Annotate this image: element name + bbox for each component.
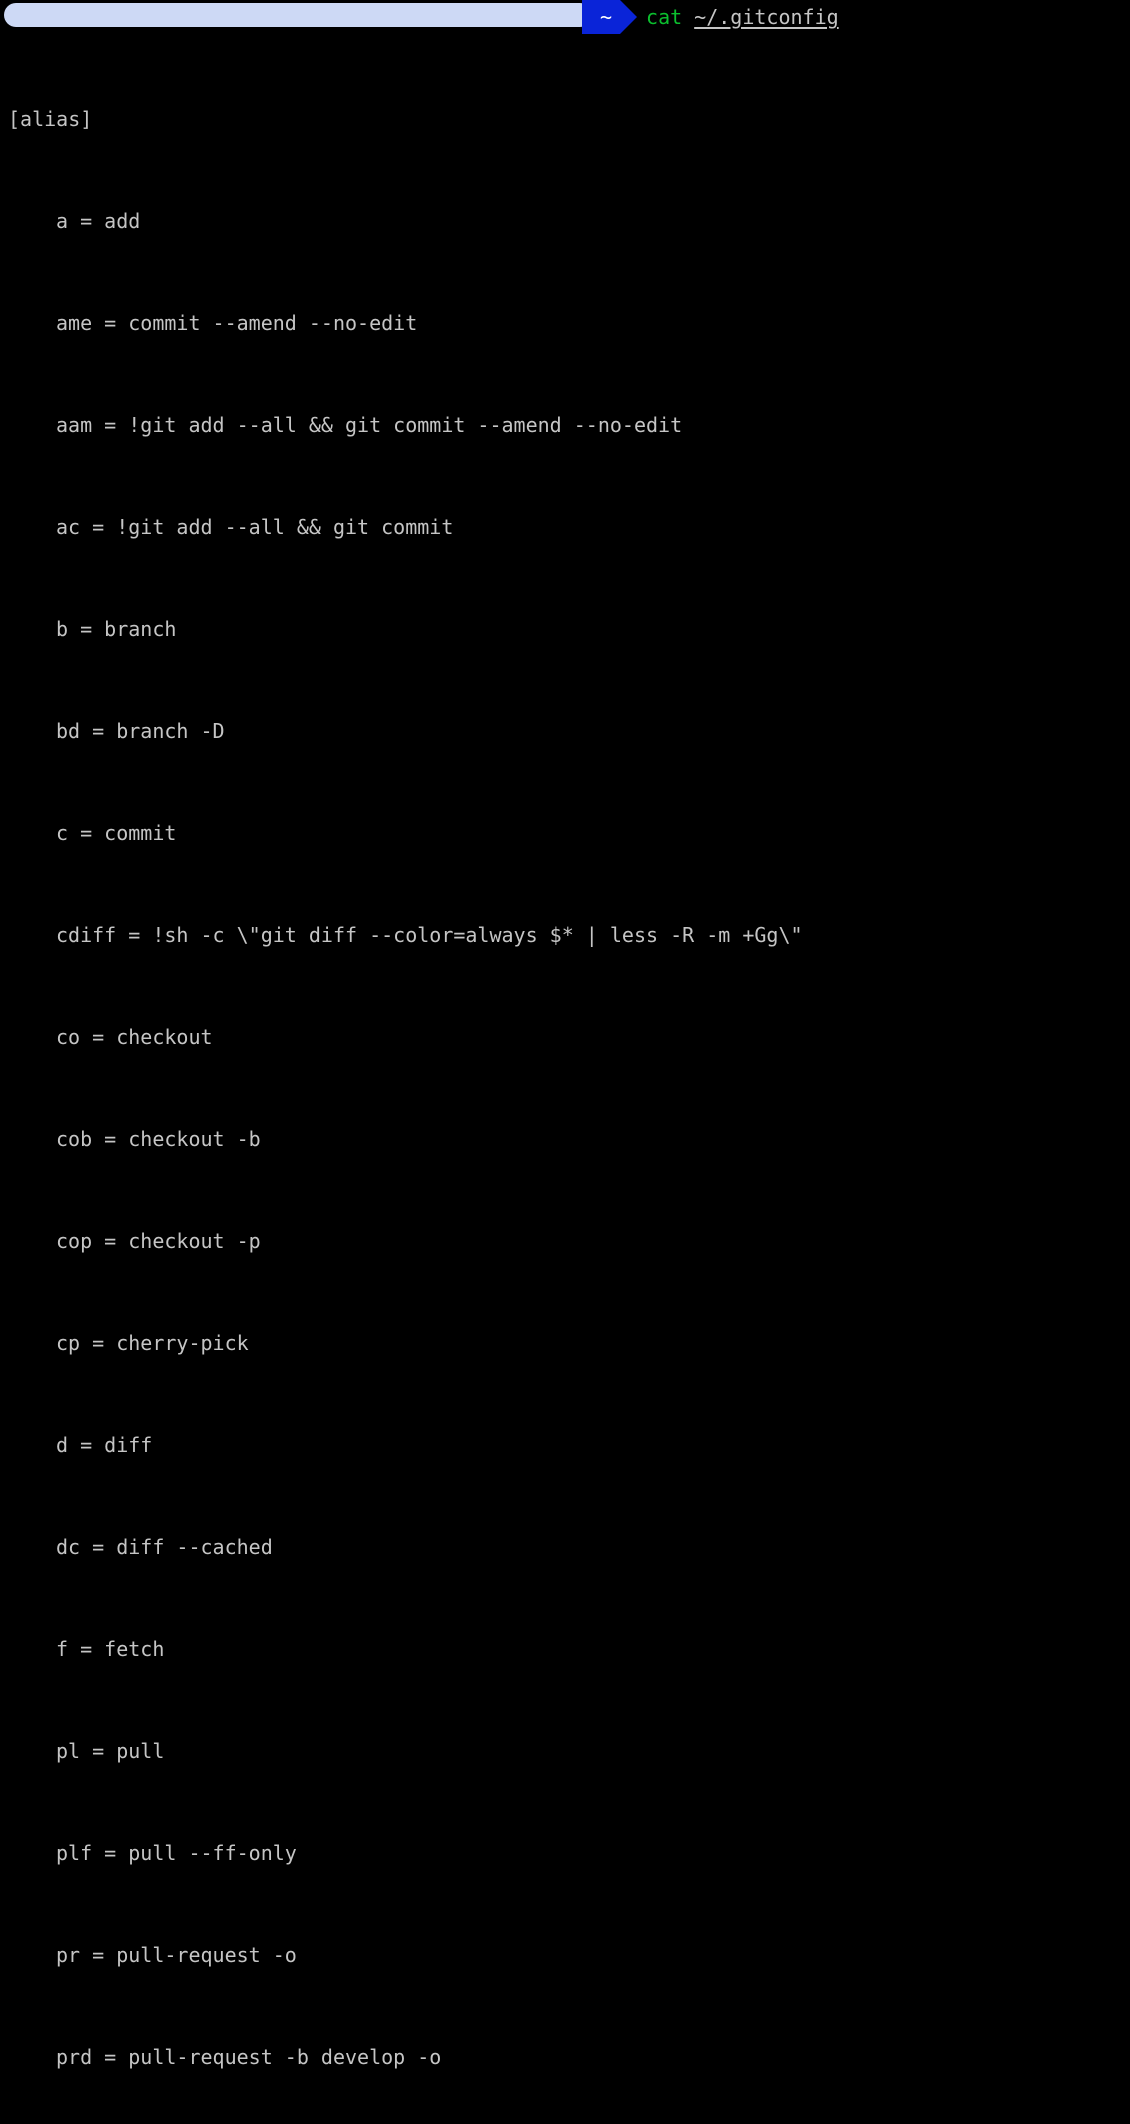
shell-prompt[interactable]: ~ cat ~/.gitconfig bbox=[0, 0, 1130, 34]
alias-line: pl = pull bbox=[8, 1734, 1130, 1768]
alias-line: cob = checkout -b bbox=[8, 1122, 1130, 1156]
alias-line: cp = cherry-pick bbox=[8, 1326, 1130, 1360]
alias-line: d = diff bbox=[8, 1428, 1130, 1462]
prompt-cwd-segment: ~ bbox=[582, 0, 620, 34]
command-name: cat bbox=[646, 0, 682, 34]
prompt-cwd: ~ bbox=[600, 0, 612, 34]
command-input[interactable]: cat ~/.gitconfig bbox=[646, 0, 839, 34]
alias-line: c = commit bbox=[8, 816, 1130, 850]
alias-line: b = branch bbox=[8, 612, 1130, 646]
alias-line: a = add bbox=[8, 204, 1130, 238]
alias-line: ac = !git add --all && git commit bbox=[8, 510, 1130, 544]
alias-line: cdiff = !sh -c \"git diff --color=always… bbox=[8, 918, 1130, 952]
alias-line: co = checkout bbox=[8, 1020, 1130, 1054]
alias-line: dc = diff --cached bbox=[8, 1530, 1130, 1564]
command-argument: ~/.gitconfig bbox=[694, 0, 839, 34]
alias-line: cop = checkout -p bbox=[8, 1224, 1130, 1258]
alias-line: ame = commit --amend --no-edit bbox=[8, 306, 1130, 340]
redacted-user-host bbox=[4, 3, 592, 27]
terminal-output: [alias] a = add ame = commit --amend --n… bbox=[0, 34, 1130, 2124]
alias-line: pr = pull-request -o bbox=[8, 1938, 1130, 1972]
gitconfig-section-header: [alias] bbox=[8, 102, 1130, 136]
alias-line: bd = branch -D bbox=[8, 714, 1130, 748]
alias-line: plf = pull --ff-only bbox=[8, 1836, 1130, 1870]
alias-line: f = fetch bbox=[8, 1632, 1130, 1666]
alias-line: aam = !git add --all && git commit --ame… bbox=[8, 408, 1130, 442]
alias-line: prd = pull-request -b develop -o bbox=[8, 2040, 1130, 2074]
